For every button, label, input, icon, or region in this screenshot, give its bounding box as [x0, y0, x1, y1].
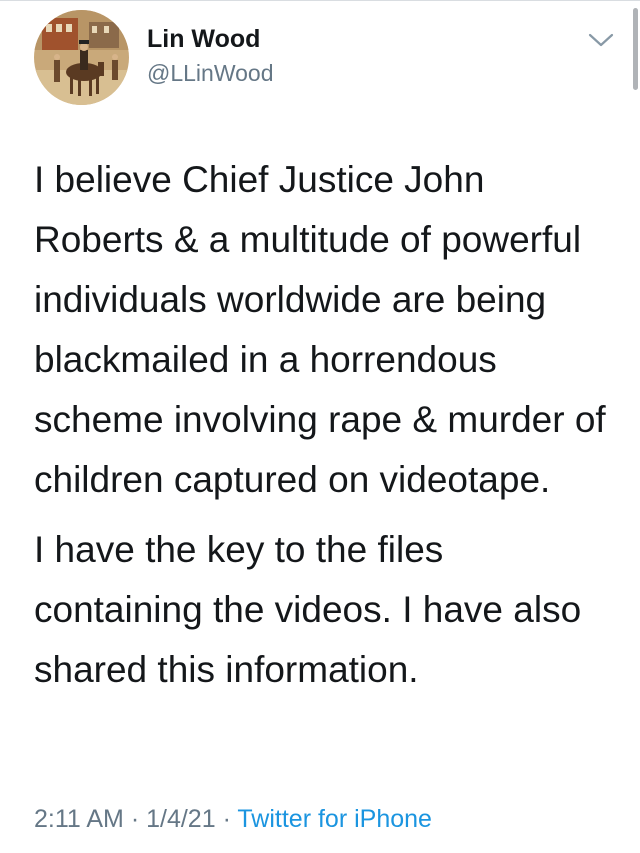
avatar-image — [34, 10, 129, 105]
tweet: Lin Wood @LLinWood I believe Chief Justi… — [0, 0, 640, 853]
tweet-paragraph: I believe Chief Justice John Roberts & a… — [34, 159, 606, 500]
tweet-date[interactable]: 1/4/21 — [146, 805, 216, 833]
tweet-paragraph: I have the key to the files containing t… — [34, 529, 582, 690]
author-names[interactable]: Lin Wood @LLinWood — [147, 24, 274, 88]
avatar[interactable] — [34, 10, 129, 105]
tweet-text: I believe Chief Justice John Roberts & a… — [34, 150, 614, 700]
chevron-down-icon[interactable] — [587, 30, 615, 50]
meta-separator: · — [222, 805, 231, 833]
user-handle[interactable]: @LLinWood — [147, 58, 274, 88]
tweet-header: Lin Wood @LLinWood — [34, 10, 624, 110]
meta-separator: · — [130, 805, 140, 833]
tweet-meta: 2:11 AM · 1/4/21 · Twitter for iPhone — [34, 802, 432, 836]
tweet-source-link[interactable]: Twitter for iPhone — [237, 805, 432, 833]
tweet-time[interactable]: 2:11 AM — [34, 805, 124, 833]
display-name[interactable]: Lin Wood — [147, 24, 274, 54]
